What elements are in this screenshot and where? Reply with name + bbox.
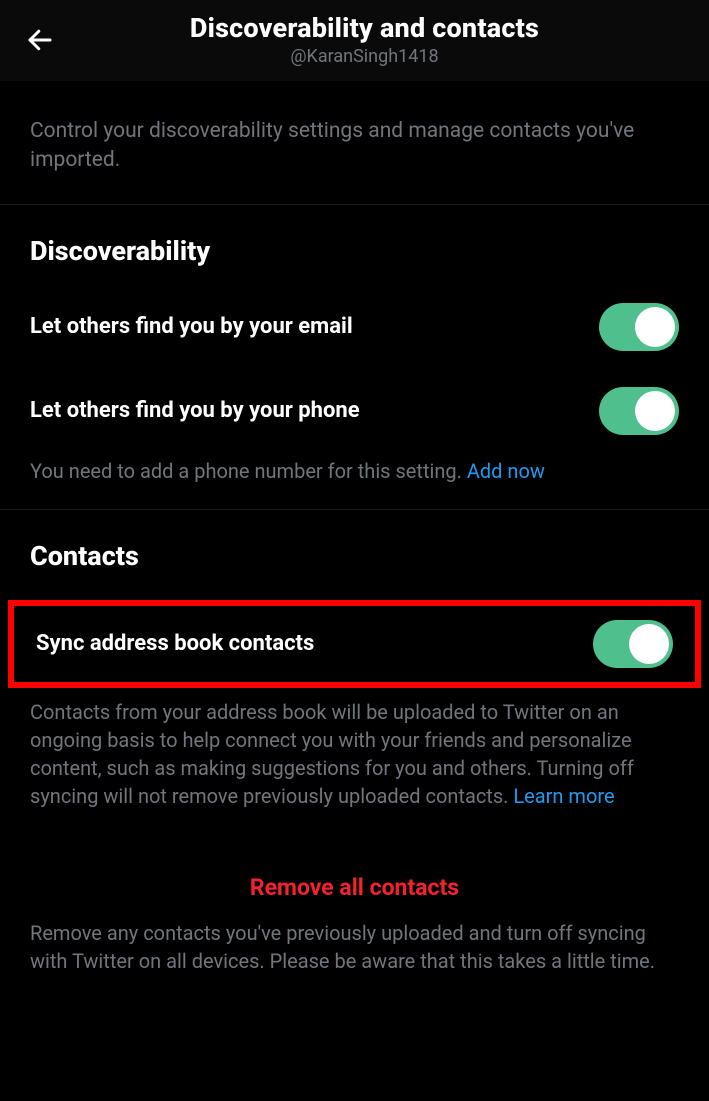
discoverability-heading: Discoverability — [0, 205, 709, 285]
find-by-phone-label: Let others find you by your phone — [30, 398, 583, 423]
user-handle: @KaranSingh1418 — [290, 46, 438, 67]
intro-text: Control your discoverability settings an… — [0, 81, 709, 205]
remove-contacts-desc: Remove any contacts you've previously up… — [0, 915, 709, 999]
sync-contacts-row: Sync address book contacts — [8, 600, 701, 688]
remove-contacts-row: Remove all contacts — [0, 834, 709, 915]
learn-more-link[interactable]: Learn more — [513, 784, 614, 808]
phone-note: You need to add a phone number for this … — [0, 453, 709, 509]
sync-contacts-label: Sync address book contacts — [36, 631, 577, 656]
phone-note-text: You need to add a phone number for this … — [30, 459, 467, 483]
find-by-phone-toggle[interactable] — [599, 387, 679, 435]
contacts-heading: Contacts — [0, 510, 709, 590]
sync-contacts-toggle[interactable] — [593, 620, 673, 668]
find-by-email-row: Let others find you by your email — [0, 285, 709, 369]
sync-contacts-desc: Contacts from your address book will be … — [0, 694, 709, 834]
page-title: Discoverability and contacts — [190, 12, 539, 44]
find-by-email-toggle[interactable] — [599, 303, 679, 351]
find-by-email-label: Let others find you by your email — [30, 314, 583, 339]
remove-all-contacts-button[interactable]: Remove all contacts — [250, 874, 459, 901]
header: Discoverability and contacts @KaranSingh… — [0, 0, 709, 81]
add-phone-link[interactable]: Add now — [467, 459, 545, 483]
find-by-phone-row: Let others find you by your phone — [0, 369, 709, 453]
